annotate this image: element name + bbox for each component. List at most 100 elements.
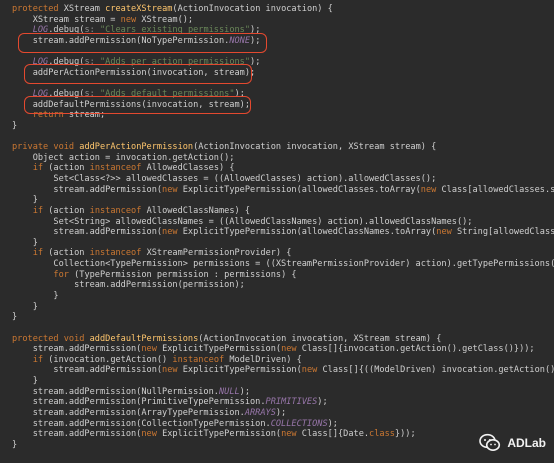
- code-token: Class[]{Date.: [296, 429, 370, 440]
- code-token: addDefaultPermissions: [89, 333, 199, 344]
- code-token: }: [12, 312, 18, 323]
- code-token: Object action = invocation.getAction();: [12, 152, 235, 163]
- code-token: );: [239, 386, 251, 397]
- code-token: }: [12, 120, 18, 131]
- code-token: stream.addPermission(: [12, 365, 163, 376]
- code-token: ModelDriven) {: [224, 354, 302, 365]
- code-line: }: [12, 121, 17, 132]
- code-token: ExplicitTypePermission(: [156, 344, 282, 355]
- code-line: }: [12, 238, 38, 249]
- code-token: Collection<TypePermission> permissions =…: [12, 259, 554, 270]
- code-token: stream;: [63, 110, 106, 121]
- code-line: if (action instanceof AllowedClassNames)…: [12, 206, 250, 217]
- code-token: );: [250, 35, 261, 46]
- code-token: (TypePermission permission : permissions…: [68, 269, 297, 280]
- code-token: }: [12, 237, 38, 248]
- code-token: new: [436, 227, 452, 238]
- code-token: stream.addPermission(CollectionTypePermi…: [12, 418, 271, 429]
- code-editor[interactable]: protected XStream createXStream(ActionIn…: [0, 0, 554, 463]
- code-token: ARRAYS: [244, 407, 276, 418]
- code-token: new: [162, 227, 178, 238]
- code-token: protected void: [12, 333, 85, 344]
- code-token: if: [32, 248, 44, 259]
- code-token: ExplicitTypePermission(allowedClassNames…: [177, 227, 437, 238]
- code-token: addPerActionPermission(invocation, strea…: [12, 67, 256, 78]
- code-token: "Clears existing permissions": [94, 25, 251, 36]
- code-token: new: [281, 344, 297, 355]
- code-token: LOG: [32, 57, 49, 68]
- code-line: XStream stream = new XStream();: [12, 15, 193, 26]
- code-token: instanceof: [89, 163, 142, 174]
- code-line: }: [12, 291, 59, 302]
- code-token: }: [12, 291, 59, 301]
- code-line: }: [12, 440, 17, 451]
- code-line: stream.addPermission(NoTypePermission.NO…: [12, 35, 261, 47]
- code-token: s:: [84, 89, 95, 100]
- code-token: ExplicitTypePermission(: [156, 429, 282, 440]
- code-token: (invocation.getAction(): [43, 354, 173, 365]
- code-line: LOG.debug(s: "Adds default permissions")…: [12, 89, 245, 100]
- code-token: .debug(: [48, 25, 85, 36]
- code-line: stream.addPermission(PrimitiveTypePermis…: [12, 397, 328, 408]
- code-token: );: [275, 407, 287, 418]
- code-token: if: [32, 163, 44, 174]
- code-token: stream.addPermission(: [12, 429, 142, 440]
- code-token: .debug(: [48, 57, 85, 68]
- code-token: stream.addPermission(: [12, 227, 163, 238]
- code-token: );: [317, 397, 328, 408]
- code-token: new: [162, 184, 178, 195]
- code-token: Set<Class<?>> allowedClasses = ((Allowed…: [12, 174, 437, 185]
- code-token: LOG: [32, 25, 49, 36]
- code-line: LOG.debug(s: "Adds per action permission…: [12, 57, 261, 68]
- code-token: protected: [12, 4, 59, 14]
- code-token: new: [141, 429, 157, 440]
- code-token: "Adds default permissions": [94, 89, 235, 100]
- code-token: XStream stream =: [12, 14, 121, 25]
- code-token: LOG: [32, 89, 49, 100]
- watermark-label: ADLab: [507, 436, 546, 450]
- code-token: if: [32, 205, 44, 216]
- code-token: XStream();: [136, 14, 194, 25]
- code-token: );: [327, 418, 338, 429]
- code-token: String[allowedClassNames.size()])));: [456, 227, 554, 238]
- code-token: (action: [43, 248, 90, 259]
- code-token: addDefaultPermissions(invocation, stream…: [12, 99, 250, 110]
- code-line: addPerActionPermission(invocation, strea…: [12, 67, 256, 79]
- code-line: }: [12, 376, 38, 387]
- code-line: if (action instanceof AllowedClasses) {: [12, 163, 235, 174]
- code-token: .debug(: [48, 89, 85, 100]
- code-token: );: [234, 89, 245, 100]
- code-token: ExplicitTypePermission(: [177, 365, 302, 376]
- code-token: addPerActionPermission: [79, 142, 194, 153]
- code-token: "Adds per action permissions": [94, 57, 251, 68]
- code-token: (ActionInvocation invocation, XStream st…: [198, 333, 442, 344]
- code-line: }: [12, 302, 38, 313]
- code-line: protected void addDefaultPermissions(Act…: [12, 334, 441, 345]
- code-token: for: [53, 269, 69, 280]
- wechat-icon: [479, 433, 501, 453]
- code-token: Class[allowedClasses.size()])));: [441, 184, 554, 195]
- code-token: (action: [43, 205, 90, 216]
- code-token: PRIMITIVES: [265, 397, 318, 408]
- code-line: }: [12, 312, 17, 323]
- code-line: addDefaultPermissions(invocation, stream…: [12, 100, 250, 111]
- code-line: stream.addPermission(permission);: [12, 280, 245, 291]
- code-token: new: [141, 344, 157, 355]
- code-line: stream.addPermission(ArrayTypePermission…: [12, 407, 287, 419]
- code-line: Object action = invocation.getAction();: [12, 152, 235, 164]
- code-token: s:: [84, 25, 95, 36]
- code-token: new: [162, 365, 178, 376]
- code-token: );: [250, 57, 261, 68]
- code-token: }: [12, 195, 38, 206]
- code-token: }: [12, 301, 38, 312]
- code-line: }: [12, 195, 38, 206]
- code-line: Set<Class<?>> allowedClasses = ((Allowed…: [12, 174, 436, 185]
- code-line: stream.addPermission(NullPermission.NULL…: [12, 387, 250, 398]
- code-token: instanceof: [172, 354, 225, 365]
